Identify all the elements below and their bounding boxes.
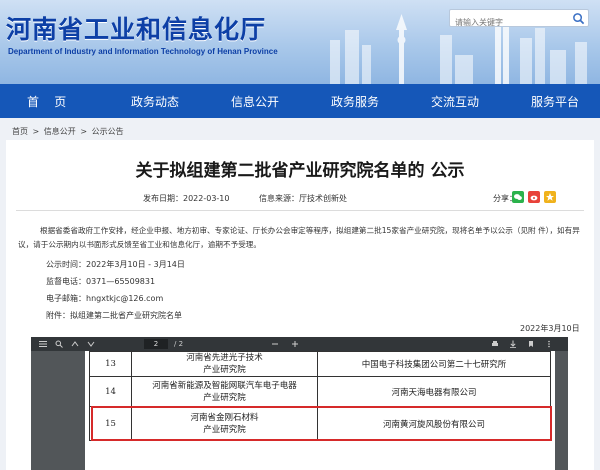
search-input[interactable] <box>450 14 560 31</box>
arrow-up-icon[interactable] <box>71 340 79 348</box>
breadcrumb-notices[interactable]: 公示公告 <box>92 127 124 136</box>
institute-name-line: 河南省先进光子技术 <box>186 353 263 363</box>
main-nav: 首 页 政务动态 信息公开 政务服务 交流互动 服务平台 <box>0 84 600 118</box>
pdf-toolbar: 2 / 2 <box>31 337 568 351</box>
table-cell-organization: 河南天海电器有限公司 <box>317 376 551 407</box>
breadcrumb-separator: > <box>32 127 40 136</box>
pdf-viewer: 2 / 2 13 河南省先进光子技术 产业研究院 中国电子科技集团公司第二十七研… <box>31 337 568 470</box>
breadcrumb: 首页 > 信息公开 > 公示公告 <box>12 126 126 137</box>
sidebar-toggle-icon[interactable] <box>39 340 47 348</box>
site-subtitle: Department of Industry and Information T… <box>8 47 278 56</box>
nav-item-services[interactable]: 政务服务 <box>331 93 379 110</box>
page-number-input[interactable]: 2 <box>144 339 168 349</box>
nav-item-platform[interactable]: 服务平台 <box>531 93 579 110</box>
table-cell-institute: 河南省新能源及智能网联汽车电子电器 产业研究院 <box>131 376 318 407</box>
attachment-label[interactable]: 附件：拟组建第二批省产业研究院名单 <box>46 310 182 321</box>
zoom-out-icon[interactable] <box>271 340 279 348</box>
institute-name-line: 产业研究院 <box>203 365 246 375</box>
search-icon[interactable] <box>55 340 63 348</box>
supervision-phone: 监督电话：0371—65509831 <box>46 277 156 286</box>
qzone-share-icon[interactable] <box>544 191 556 203</box>
highlight-box <box>91 406 552 441</box>
article-date: 2022年3月10日 <box>520 324 580 333</box>
article-title: 关于拟组建第二批省产业研究院名单的 公示 <box>135 161 465 181</box>
breadcrumb-home[interactable]: 首页 <box>12 127 28 136</box>
download-icon[interactable] <box>509 340 517 348</box>
bookmark-icon[interactable] <box>527 340 535 348</box>
table-cell-institute: 河南省先进光子技术 产业研究院 <box>131 351 318 377</box>
contact-email: 电子邮箱：hngxtkjc@126.com <box>46 294 164 303</box>
publish-date: 发布日期：2022-03-10 <box>143 194 230 203</box>
table-cell-number: 14 <box>89 376 132 407</box>
info-source: 信息来源：厅技术创新处 <box>259 194 347 203</box>
page-total: / 2 <box>174 340 184 348</box>
wechat-share-icon[interactable] <box>512 191 524 203</box>
breadcrumb-info-public[interactable]: 信息公开 <box>44 127 76 136</box>
more-options-icon[interactable] <box>545 340 553 348</box>
nav-item-home[interactable]: 首 页 <box>27 93 66 110</box>
table-cell-organization: 中国电子科技集团公司第二十七研究所 <box>317 351 551 377</box>
notice-period: 公示时间：2022年3月10日 - 3月14日 <box>46 260 185 269</box>
print-icon[interactable] <box>491 340 499 348</box>
search-icon[interactable] <box>572 12 585 25</box>
page: 河南省工业和信息化厅 Department of Industry and In… <box>0 0 600 470</box>
nav-item-info-public[interactable]: 信息公开 <box>231 93 279 110</box>
arrow-down-icon[interactable] <box>87 340 95 348</box>
nav-item-interaction[interactable]: 交流互动 <box>431 93 479 110</box>
institute-name-line: 河南省新能源及智能网联汽车电子电器 <box>152 380 297 391</box>
header-banner: 河南省工业和信息化厅 Department of Industry and In… <box>0 0 600 84</box>
table-row: 13 河南省先进光子技术 产业研究院 中国电子科技集团公司第二十七研究所 <box>89 351 551 377</box>
site-title[interactable]: 河南省工业和信息化厅 <box>6 10 266 46</box>
article-body: 根据省委省政府工作安排，经企业申报、地方初审、专家论证、厅长办公会审定等程序，拟… <box>18 224 588 252</box>
zoom-in-icon[interactable] <box>291 340 299 348</box>
institute-name-line: 产业研究院 <box>203 392 246 403</box>
divider <box>16 210 584 211</box>
table-row: 14 河南省新能源及智能网联汽车电子电器 产业研究院 河南天海电器有限公司 <box>89 376 551 407</box>
search-box <box>449 9 589 31</box>
weibo-share-icon[interactable] <box>528 191 540 203</box>
breadcrumb-separator: > <box>80 127 88 136</box>
body-paragraph-line1: 根据省委省政府工作安排，经企业申报、地方初审、专家论证、厅长办公会审定等程序，拟… <box>40 226 536 235</box>
nav-item-news[interactable]: 政务动态 <box>131 93 179 110</box>
table-cell-number: 13 <box>89 351 132 377</box>
